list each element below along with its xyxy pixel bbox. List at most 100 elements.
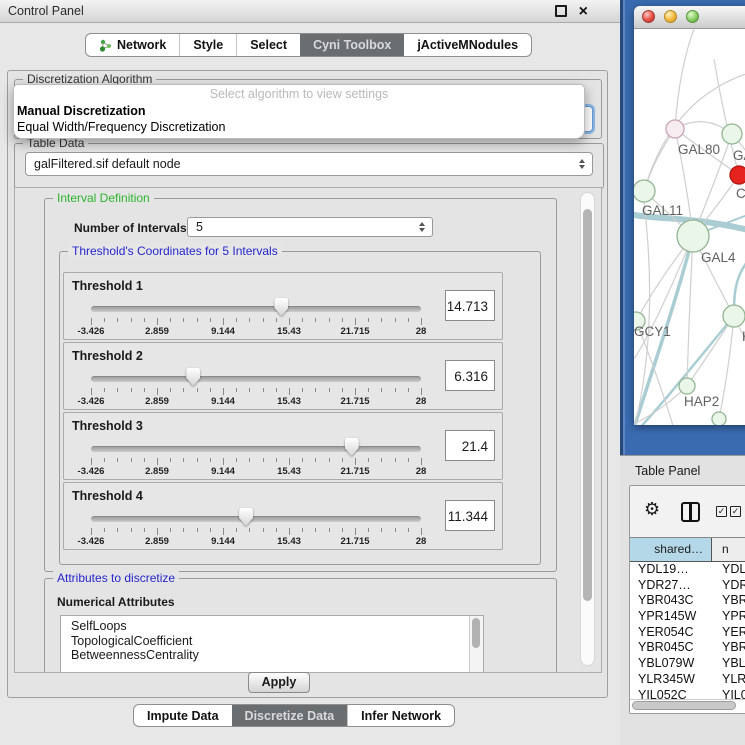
slider-tick <box>395 528 396 532</box>
table-row[interactable]: YLR345WYLR3 <box>630 672 745 688</box>
network-node[interactable] <box>677 220 709 252</box>
tab-jactivemnodules[interactable]: jActiveMNodules <box>404 34 531 56</box>
checkbox-icon[interactable]: ✓ <box>716 506 727 517</box>
algorithm-option-manual[interactable]: Manual Discretization <box>14 103 584 119</box>
list-scrollbar-thumb[interactable] <box>472 618 480 648</box>
network-canvas[interactable]: GAL80GACGAL11GAL4GCY1HHAP2 <box>634 29 745 425</box>
shared-name-cell[interactable]: YPR145W <box>630 609 712 625</box>
slider-tick <box>355 388 356 395</box>
checkbox-icon[interactable]: ✓ <box>730 506 741 517</box>
minimize-traffic-light-icon[interactable] <box>664 10 677 23</box>
close-traffic-light-icon[interactable] <box>642 10 655 23</box>
threshold-value-field[interactable]: 11.344 <box>445 500 495 531</box>
attribute-list-item[interactable]: TopologicalCoefficient <box>61 634 483 649</box>
table-row[interactable]: YBR043CYBR0 <box>630 593 745 609</box>
column-header-name[interactable]: n <box>712 538 745 561</box>
algorithm-option-equal-width[interactable]: Equal Width/Frequency Discretization <box>14 119 584 135</box>
column-layout-icon[interactable] <box>681 502 700 522</box>
name-cell[interactable]: YLR3 <box>712 672 745 688</box>
threshold-slider[interactable]: -3.4262.8599.14415.4321.71528 <box>91 371 421 407</box>
shared-name-cell[interactable]: YIL052C <box>630 688 712 700</box>
threshold-slider[interactable]: -3.4262.8599.14415.4321.71528 <box>91 511 421 547</box>
list-scrollbar[interactable] <box>469 616 483 673</box>
name-cell[interactable]: YDR2 <box>712 578 745 594</box>
tab-select[interactable]: Select <box>236 34 300 56</box>
name-cell[interactable]: YBR0 <box>712 640 745 656</box>
tab-network[interactable]: Network <box>86 34 179 56</box>
number-of-intervals-spinner[interactable]: 5 <box>187 217 433 237</box>
slider-track[interactable] <box>91 306 421 312</box>
slider-tick-label: 28 <box>416 326 427 337</box>
zoom-traffic-light-icon[interactable] <box>686 10 699 23</box>
slider-tick <box>170 458 171 462</box>
table-row[interactable]: YDR27…YDR2 <box>630 578 745 594</box>
threshold-slider[interactable]: -3.4262.8599.14415.4321.71528 <box>91 301 421 337</box>
table-row[interactable]: YER054CYER0 <box>630 625 745 641</box>
table-row[interactable]: YBL079WYBL0 <box>630 656 745 672</box>
network-node[interactable] <box>712 412 726 425</box>
name-cell[interactable]: YDL1 <box>712 562 745 578</box>
tab-label: Select <box>250 38 287 52</box>
network-node[interactable] <box>730 166 745 184</box>
column-header-shared-name[interactable]: shared… <box>630 538 712 561</box>
table-row[interactable]: YIL052CYIL0 <box>630 688 745 700</box>
apply-button[interactable]: Apply <box>248 672 310 693</box>
algorithm-hint-option[interactable]: Select algorithm to view settings <box>14 85 584 103</box>
shared-name-cell[interactable]: YBR043C <box>630 593 712 609</box>
slider-thumb[interactable] <box>274 298 288 316</box>
gear-icon[interactable]: ⚙ <box>644 499 660 520</box>
slider-thumb[interactable] <box>186 368 200 386</box>
slider-thumb[interactable] <box>239 508 253 526</box>
shared-name-cell[interactable]: YLR345W <box>630 672 712 688</box>
network-icon <box>99 39 112 52</box>
scrollbar-thumb[interactable] <box>632 701 736 710</box>
shared-name-cell[interactable]: YER054C <box>630 625 712 641</box>
tab-discretize-data[interactable]: Discretize Data <box>232 705 348 726</box>
shared-name-cell[interactable]: YDR27… <box>630 578 712 594</box>
slider-track[interactable] <box>91 446 421 452</box>
slider-tick <box>223 458 224 465</box>
attribute-list-item[interactable]: BetweennessCentrality <box>61 648 483 663</box>
threshold-value-field[interactable]: 6.316 <box>445 360 495 391</box>
table-horizontal-scrollbar[interactable] <box>630 699 745 713</box>
table-row[interactable]: YDL19…YDL1 <box>630 562 745 578</box>
network-window-titlebar[interactable] <box>634 6 745 29</box>
name-cell[interactable]: YPR1 <box>712 609 745 625</box>
threshold-slider[interactable]: -3.4262.8599.14415.4321.71528 <box>91 441 421 477</box>
table-row[interactable]: YPR145WYPR1 <box>630 609 745 625</box>
slider-thumb[interactable] <box>345 438 359 456</box>
slider-tick <box>302 458 303 462</box>
network-node-label: GA <box>733 148 745 163</box>
name-cell[interactable]: YER0 <box>712 625 745 641</box>
panel-scrollbar[interactable] <box>580 192 595 666</box>
network-node[interactable] <box>634 180 655 202</box>
shared-name-cell[interactable]: YBL079W <box>630 656 712 672</box>
name-cell[interactable]: YBR0 <box>712 593 745 609</box>
threshold-value-field[interactable]: 14.713 <box>445 290 495 321</box>
slider-tick-labels: -3.4262.8599.14415.4321.71528 <box>91 326 421 337</box>
tab-style[interactable]: Style <box>179 34 236 56</box>
slider-track[interactable] <box>91 376 421 382</box>
network-node[interactable] <box>722 124 742 144</box>
network-node[interactable] <box>723 305 745 327</box>
attribute-list-item[interactable]: SelfLoops <box>61 619 483 634</box>
shared-name-cell[interactable]: YBR045C <box>630 640 712 656</box>
tab-impute-data[interactable]: Impute Data <box>134 705 232 726</box>
network-node[interactable] <box>679 378 695 394</box>
tab-cyni-toolbox[interactable]: Cyni Toolbox <box>300 34 404 56</box>
name-cell[interactable]: YBL0 <box>712 656 745 672</box>
network-node[interactable] <box>666 120 684 138</box>
float-window-icon[interactable] <box>555 5 567 17</box>
name-cell[interactable]: YIL0 <box>712 688 745 700</box>
threshold-panel: Threshold 2 -3.4262.8599.14415.4321.7152… <box>63 342 503 410</box>
close-icon[interactable]: × <box>579 6 588 17</box>
panel-scrollbar-thumb[interactable] <box>583 209 592 601</box>
threshold-value-field[interactable]: 21.4 <box>445 430 495 461</box>
tab-infer-network[interactable]: Infer Network <box>347 705 454 726</box>
group-title: Threshold's Coordinates for 5 Intervals <box>68 244 282 258</box>
shared-name-cell[interactable]: YDL19… <box>630 562 712 578</box>
table-row[interactable]: YBR045CYBR0 <box>630 640 745 656</box>
numerical-attributes-list[interactable]: SelfLoopsTopologicalCoefficientBetweenne… <box>60 615 484 673</box>
table-data-combobox[interactable]: galFiltered.sif default node <box>25 152 593 176</box>
slider-track[interactable] <box>91 516 421 522</box>
